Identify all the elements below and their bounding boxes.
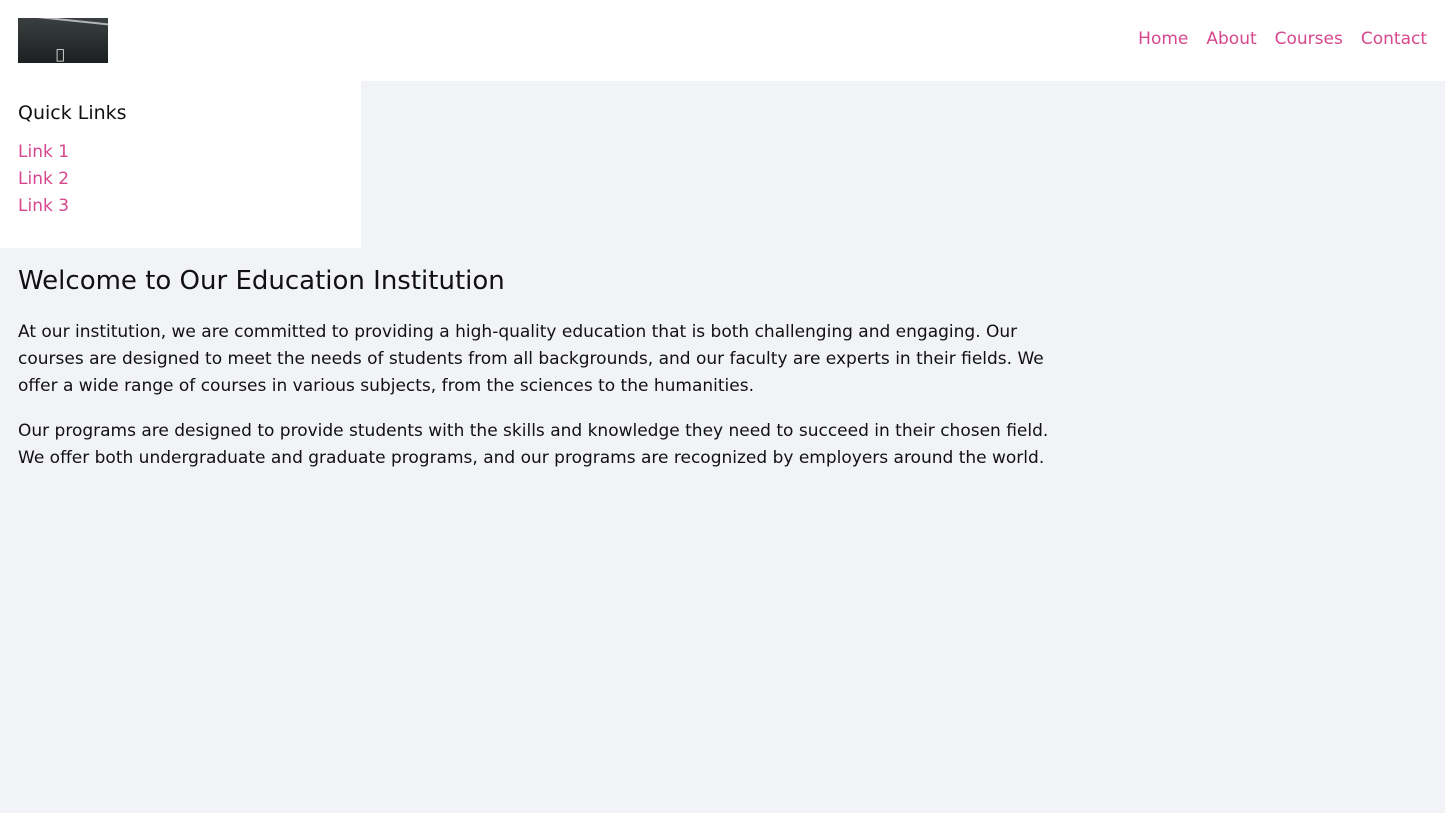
quick-links-list: Link 1 Link 2 Link 3 [18, 139, 343, 220]
quick-links-sidebar: Quick Links Link 1 Link 2 Link 3 [0, 81, 361, 248]
quick-link-1[interactable]: Link 1 [18, 142, 69, 162]
main-content: Welcome to Our Education Institution At … [18, 266, 1058, 490]
programs-paragraph: Our programs are designed to provide stu… [18, 421, 1049, 468]
site-header:  Home About Courses Contact [0, 0, 1445, 81]
logo-streak [28, 18, 108, 27]
quick-link-item: Link 2 [18, 166, 343, 193]
sidebar-title: Quick Links [18, 102, 127, 124]
main-nav: Home About Courses Contact [1138, 29, 1427, 49]
quick-link-item: Link 3 [18, 193, 343, 220]
site-logo[interactable]:  [18, 18, 108, 63]
apple-icon:  [56, 48, 64, 62]
quick-link-3[interactable]: Link 3 [18, 196, 69, 216]
page-title: Welcome to Our Education Institution [18, 266, 505, 296]
nav-courses-link[interactable]: Courses [1275, 29, 1343, 49]
quick-link-2[interactable]: Link 2 [18, 169, 69, 189]
nav-contact-link[interactable]: Contact [1361, 29, 1427, 49]
quick-link-item: Link 1 [18, 139, 343, 166]
intro-paragraph: At our institution, we are committed to … [18, 322, 1044, 396]
nav-about-link[interactable]: About [1206, 29, 1256, 49]
nav-home-link[interactable]: Home [1138, 29, 1188, 49]
